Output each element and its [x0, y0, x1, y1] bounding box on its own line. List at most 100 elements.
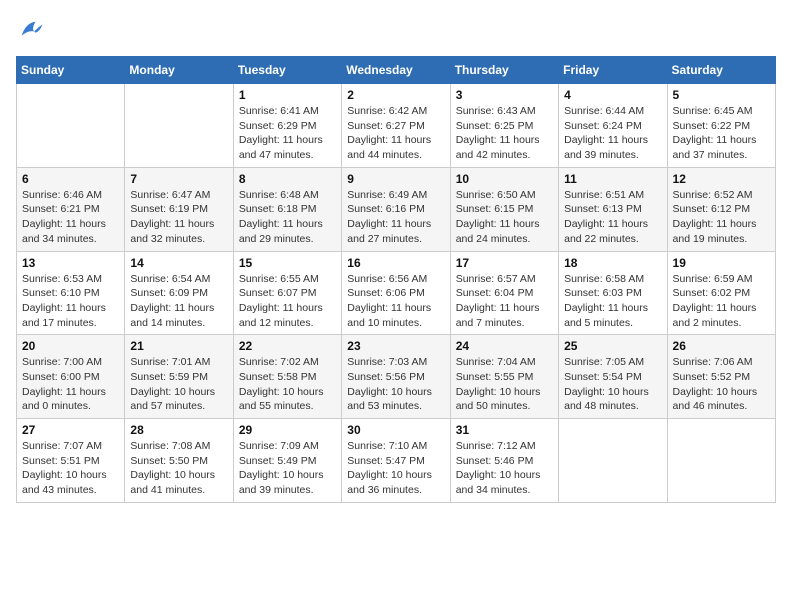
logo-icon: [16, 16, 44, 44]
day-info: Sunrise: 7:01 AM Sunset: 5:59 PM Dayligh…: [130, 355, 227, 414]
weekday-header-wednesday: Wednesday: [342, 57, 450, 84]
calendar-cell: 26Sunrise: 7:06 AM Sunset: 5:52 PM Dayli…: [667, 335, 775, 419]
day-info: Sunrise: 7:06 AM Sunset: 5:52 PM Dayligh…: [673, 355, 770, 414]
calendar-cell: [125, 84, 233, 168]
calendar-week-3: 13 Sunrise: 6:53 AM Sunset: 6:10 PM Dayli…: [17, 251, 776, 335]
day-number: 9: [347, 172, 444, 186]
day-info: Sunrise: 7:04 AM Sunset: 5:55 PM Dayligh…: [456, 355, 553, 414]
day-number: 27: [22, 423, 119, 437]
calendar-cell: 28 Sunrise: 7:08 AM Sunset: 5:50 PM Dayli…: [125, 419, 233, 503]
day-info: Sunrise: 7:00 AM Sunset: 6:00 PM Dayligh…: [22, 355, 119, 414]
calendar-table: SundayMondayTuesdayWednesdayThursdayFrid…: [16, 56, 776, 503]
day-number: 24: [456, 339, 553, 353]
day-info: Sunrise: 7:03 AM Sunset: 5:56 PM Dayligh…: [347, 355, 444, 414]
day-info: Sunrise: 6:59 AM Sunset: 6:02 PM Dayligh…: [673, 272, 770, 331]
weekday-header-row: SundayMondayTuesdayWednesdayThursdayFrid…: [17, 57, 776, 84]
day-number: 11: [564, 172, 661, 186]
day-info: Sunrise: 6:58 AM Sunset: 6:03 PM Dayligh…: [564, 272, 661, 331]
day-number: 10: [456, 172, 553, 186]
day-info: Sunrise: 6:56 AM Sunset: 6:06 PM Dayligh…: [347, 272, 444, 331]
day-number: 13: [22, 256, 119, 270]
day-info: Sunrise: 6:45 AM Sunset: 6:22 PM Dayligh…: [673, 104, 770, 163]
calendar-cell: 30Sunrise: 7:10 AM Sunset: 5:47 PM Dayli…: [342, 419, 450, 503]
day-number: 7: [130, 172, 227, 186]
day-number: 21: [130, 339, 227, 353]
day-info: Sunrise: 7:10 AM Sunset: 5:47 PM Dayligh…: [347, 439, 444, 498]
day-number: 3: [456, 88, 553, 102]
calendar-cell: 17 Sunrise: 6:57 AM Sunset: 6:04 PM Dayli…: [450, 251, 558, 335]
calendar-cell: 24 Sunrise: 7:04 AM Sunset: 5:55 PM Dayli…: [450, 335, 558, 419]
calendar-week-5: 27 Sunrise: 7:07 AM Sunset: 5:51 PM Dayli…: [17, 419, 776, 503]
logo: [16, 16, 48, 44]
day-info: Sunrise: 7:05 AM Sunset: 5:54 PM Dayligh…: [564, 355, 661, 414]
calendar-cell: 25 Sunrise: 7:05 AM Sunset: 5:54 PM Dayli…: [559, 335, 667, 419]
day-number: 20: [22, 339, 119, 353]
day-number: 29: [239, 423, 336, 437]
day-info: Sunrise: 7:07 AM Sunset: 5:51 PM Dayligh…: [22, 439, 119, 498]
calendar-cell: 2 Sunrise: 6:42 AM Sunset: 6:27 PM Daylig…: [342, 84, 450, 168]
day-number: 15: [239, 256, 336, 270]
calendar-cell: 9 Sunrise: 6:49 AM Sunset: 6:16 PM Daylig…: [342, 167, 450, 251]
day-info: Sunrise: 6:49 AM Sunset: 6:16 PM Dayligh…: [347, 188, 444, 247]
day-info: Sunrise: 6:43 AM Sunset: 6:25 PM Dayligh…: [456, 104, 553, 163]
weekday-header-friday: Friday: [559, 57, 667, 84]
day-number: 4: [564, 88, 661, 102]
calendar-cell: 31 Sunrise: 7:12 AM Sunset: 5:46 PM Dayli…: [450, 419, 558, 503]
calendar-cell: [17, 84, 125, 168]
calendar-cell: 5 Sunrise: 6:45 AM Sunset: 6:22 PM Daylig…: [667, 84, 775, 168]
day-info: Sunrise: 6:48 AM Sunset: 6:18 PM Dayligh…: [239, 188, 336, 247]
day-info: Sunrise: 6:52 AM Sunset: 6:12 PM Dayligh…: [673, 188, 770, 247]
day-info: Sunrise: 6:54 AM Sunset: 6:09 PM Dayligh…: [130, 272, 227, 331]
day-info: Sunrise: 6:42 AM Sunset: 6:27 PM Dayligh…: [347, 104, 444, 163]
day-info: Sunrise: 6:55 AM Sunset: 6:07 PM Dayligh…: [239, 272, 336, 331]
calendar-cell: 1Sunrise: 6:41 AM Sunset: 6:29 PM Daylig…: [233, 84, 341, 168]
weekday-header-saturday: Saturday: [667, 57, 775, 84]
day-number: 5: [673, 88, 770, 102]
day-info: Sunrise: 6:53 AM Sunset: 6:10 PM Dayligh…: [22, 272, 119, 331]
calendar-cell: 22Sunrise: 7:02 AM Sunset: 5:58 PM Dayli…: [233, 335, 341, 419]
day-number: 18: [564, 256, 661, 270]
day-number: 8: [239, 172, 336, 186]
calendar-cell: 11 Sunrise: 6:51 AM Sunset: 6:13 PM Dayli…: [559, 167, 667, 251]
day-info: Sunrise: 7:12 AM Sunset: 5:46 PM Dayligh…: [456, 439, 553, 498]
day-number: 23: [347, 339, 444, 353]
day-info: Sunrise: 6:57 AM Sunset: 6:04 PM Dayligh…: [456, 272, 553, 331]
calendar-cell: 4 Sunrise: 6:44 AM Sunset: 6:24 PM Daylig…: [559, 84, 667, 168]
calendar-cell: 29Sunrise: 7:09 AM Sunset: 5:49 PM Dayli…: [233, 419, 341, 503]
calendar-cell: 8 Sunrise: 6:48 AM Sunset: 6:18 PM Daylig…: [233, 167, 341, 251]
day-number: 2: [347, 88, 444, 102]
calendar-cell: 27 Sunrise: 7:07 AM Sunset: 5:51 PM Dayli…: [17, 419, 125, 503]
calendar-cell: 10Sunrise: 6:50 AM Sunset: 6:15 PM Dayli…: [450, 167, 558, 251]
day-number: 28: [130, 423, 227, 437]
weekday-header-monday: Monday: [125, 57, 233, 84]
weekday-header-thursday: Thursday: [450, 57, 558, 84]
calendar-week-4: 20 Sunrise: 7:00 AM Sunset: 6:00 PM Dayli…: [17, 335, 776, 419]
day-number: 12: [673, 172, 770, 186]
weekday-header-tuesday: Tuesday: [233, 57, 341, 84]
day-number: 19: [673, 256, 770, 270]
calendar-cell: 13 Sunrise: 6:53 AM Sunset: 6:10 PM Dayli…: [17, 251, 125, 335]
day-info: Sunrise: 6:46 AM Sunset: 6:21 PM Dayligh…: [22, 188, 119, 247]
calendar-cell: 21 Sunrise: 7:01 AM Sunset: 5:59 PM Dayli…: [125, 335, 233, 419]
calendar-cell: 19 Sunrise: 6:59 AM Sunset: 6:02 PM Dayli…: [667, 251, 775, 335]
page-header: [16, 16, 776, 44]
calendar-cell: 23 Sunrise: 7:03 AM Sunset: 5:56 PM Dayli…: [342, 335, 450, 419]
day-info: Sunrise: 7:08 AM Sunset: 5:50 PM Dayligh…: [130, 439, 227, 498]
calendar-cell: [667, 419, 775, 503]
day-number: 16: [347, 256, 444, 270]
calendar-cell: 20 Sunrise: 7:00 AM Sunset: 6:00 PM Dayli…: [17, 335, 125, 419]
calendar-cell: [559, 419, 667, 503]
day-number: 1: [239, 88, 336, 102]
day-info: Sunrise: 6:44 AM Sunset: 6:24 PM Dayligh…: [564, 104, 661, 163]
day-number: 25: [564, 339, 661, 353]
calendar-cell: 14 Sunrise: 6:54 AM Sunset: 6:09 PM Dayli…: [125, 251, 233, 335]
day-number: 14: [130, 256, 227, 270]
calendar-week-1: 1Sunrise: 6:41 AM Sunset: 6:29 PM Daylig…: [17, 84, 776, 168]
calendar-week-2: 6 Sunrise: 6:46 AM Sunset: 6:21 PM Daylig…: [17, 167, 776, 251]
day-number: 17: [456, 256, 553, 270]
day-info: Sunrise: 6:51 AM Sunset: 6:13 PM Dayligh…: [564, 188, 661, 247]
day-number: 6: [22, 172, 119, 186]
day-number: 31: [456, 423, 553, 437]
calendar-cell: 12 Sunrise: 6:52 AM Sunset: 6:12 PM Dayli…: [667, 167, 775, 251]
calendar-cell: 15 Sunrise: 6:55 AM Sunset: 6:07 PM Dayli…: [233, 251, 341, 335]
